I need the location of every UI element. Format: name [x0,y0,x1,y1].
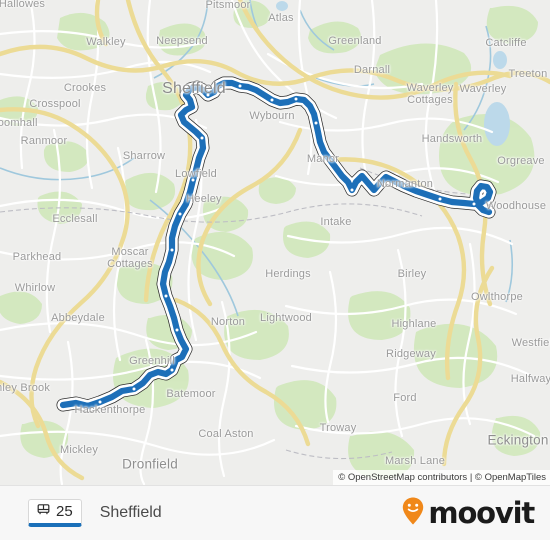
route-badge[interactable]: 25 [28,499,82,527]
map-attribution[interactable]: © OpenStreetMap contributors | © OpenMap… [333,470,550,485]
map-canvas[interactable]: Hallowes Pitsmoor Atlas Walkley Neepsend Gree… [0,0,550,485]
moovit-wordmark: moovit [428,495,535,530]
moovit-brand[interactable]: moovit [401,495,535,531]
bus-icon [36,502,51,522]
moovit-pin-icon [401,496,425,531]
moovit-route-map-screen: Hallowes Pitsmoor Atlas Walkley Neepsend Gree… [0,0,550,540]
route-destination-label: Sheffield [99,504,162,521]
route-footer-bar: 25 Sheffield moovit [0,485,550,540]
bus-route-line[interactable] [0,0,550,485]
route-stop-markers [98,84,476,404]
route-number-label: 25 [56,503,73,520]
